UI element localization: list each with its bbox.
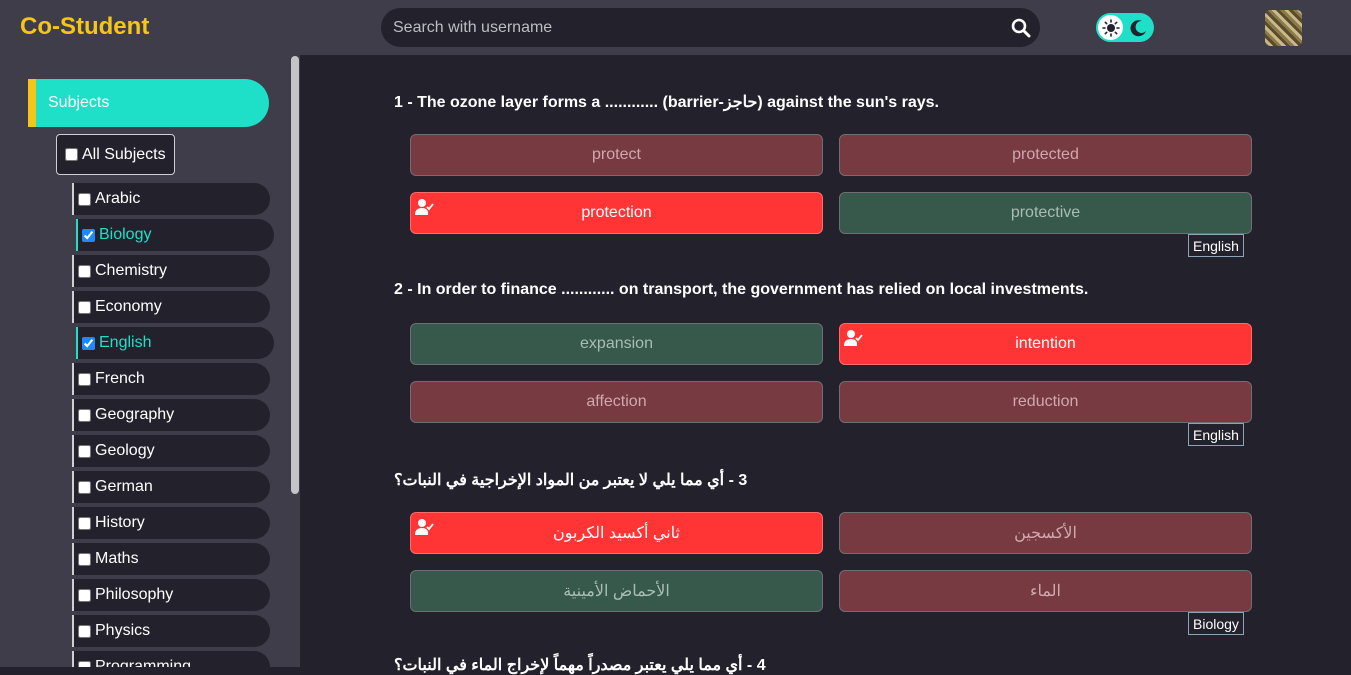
subject-label: Physics (95, 622, 151, 639)
top-bar: Co-Student (0, 0, 1351, 55)
subject-checkbox[interactable] (78, 264, 91, 278)
sidebar-item-maths[interactable]: Maths (72, 543, 270, 575)
subject-label: History (95, 514, 145, 531)
sidebar-item-geology[interactable]: Geology (72, 435, 270, 467)
subject-label: German (95, 478, 153, 495)
answer-option[interactable]: protected (839, 134, 1252, 176)
search-bar[interactable] (381, 8, 1040, 47)
subjects-heading[interactable]: Subjects (28, 79, 269, 127)
answer-option[interactable]: intention (839, 323, 1252, 365)
sidebar-item-programming[interactable]: Programming (72, 651, 270, 667)
answer-option[interactable]: الماء (839, 570, 1252, 612)
answer-option[interactable]: ثاني أكسيد الكربون (410, 512, 823, 554)
subject-label: Chemistry (95, 262, 168, 279)
answer-option-label: الأحماض الأمينية (563, 583, 670, 600)
sidebar-item-arabic[interactable]: Arabic (72, 183, 270, 215)
all-subjects-checkbox[interactable] (65, 148, 78, 161)
subject-tag: English (1188, 423, 1244, 446)
user-check-icon (842, 326, 866, 350)
answer-option[interactable]: protective (839, 192, 1252, 234)
answer-option-label: protected (1012, 146, 1079, 163)
subject-label: Biology (99, 226, 152, 243)
subject-checkbox[interactable] (78, 624, 91, 638)
sidebar-scrollbar[interactable] (291, 56, 299, 494)
sidebar-item-french[interactable]: French (72, 363, 270, 395)
search-icon[interactable] (1011, 18, 1031, 38)
answer-option[interactable]: reduction (839, 381, 1252, 423)
answer-option-label: الأكسجين (1014, 525, 1077, 542)
question-text: 1 - The ozone layer forms a ............… (394, 94, 939, 111)
sidebar-item-economy[interactable]: Economy (72, 291, 270, 323)
answer-option-label: intention (1015, 335, 1076, 352)
subject-label: Philosophy (95, 586, 174, 603)
all-subjects-label: All Subjects (82, 145, 166, 163)
answer-option-label: reduction (1012, 393, 1079, 410)
subject-label: French (95, 370, 145, 387)
all-subjects-filter[interactable]: All Subjects (56, 134, 175, 175)
subject-checkbox[interactable] (78, 372, 91, 386)
question-text: 4 - أي مما يلي يعتبر مصدراً مهماً لإخراج… (394, 657, 766, 674)
sidebar-item-history[interactable]: History (72, 507, 270, 539)
sidebar: Subjects All Subjects Arabic Biology Chemi… (0, 55, 300, 667)
subject-label: Geography (95, 406, 175, 423)
sidebar-item-chemistry[interactable]: Chemistry (72, 255, 270, 287)
subject-checkbox[interactable] (78, 516, 91, 530)
question-text: 2 - In order to finance ............ on … (394, 281, 1089, 298)
answer-option[interactable]: affection (410, 381, 823, 423)
sidebar-item-philosophy[interactable]: Philosophy (72, 579, 270, 611)
subject-checkbox[interactable] (78, 588, 91, 602)
answer-option-label: الماء (1030, 583, 1061, 600)
answer-option-label: affection (586, 393, 647, 410)
subject-label: Programming (95, 658, 192, 667)
subject-tag: Biology (1188, 612, 1244, 635)
search-input[interactable] (393, 8, 993, 47)
question-text: 3 - أي مما يلي لا يعتبر من المواد الإخرا… (394, 472, 748, 489)
subject-checkbox[interactable] (78, 192, 91, 206)
answer-option-label: protection (581, 204, 652, 221)
main-content: 1 - The ozone layer forms a ............… (300, 55, 1351, 674)
sidebar-item-english[interactable]: English (76, 327, 274, 359)
moon-icon (1127, 16, 1151, 40)
subject-checkbox[interactable] (82, 336, 95, 350)
subject-checkbox[interactable] (82, 228, 95, 242)
sun-icon (1096, 13, 1125, 42)
answer-option[interactable]: protect (410, 134, 823, 176)
answer-option[interactable]: الأكسجين (839, 512, 1252, 554)
app-logo[interactable]: Co-Student (20, 13, 149, 41)
subject-checkbox[interactable] (78, 480, 91, 494)
user-check-icon (413, 515, 437, 539)
answer-option-label: ثاني أكسيد الكربون (552, 525, 681, 542)
subject-checkbox[interactable] (78, 552, 91, 566)
user-check-icon (413, 195, 437, 219)
subject-checkbox[interactable] (78, 300, 91, 314)
subject-label: Geology (95, 442, 155, 459)
subject-label: Maths (95, 550, 139, 567)
avatar[interactable] (1265, 10, 1302, 46)
subject-checkbox[interactable] (78, 444, 91, 458)
sidebar-item-geography[interactable]: Geography (72, 399, 270, 431)
answer-option-label: protective (1010, 204, 1081, 221)
subject-checkbox[interactable] (78, 408, 91, 422)
subject-tag: English (1188, 234, 1244, 257)
theme-toggle[interactable] (1096, 13, 1154, 42)
sidebar-item-physics[interactable]: Physics (72, 615, 270, 647)
answer-option[interactable]: protection (410, 192, 823, 234)
subject-label: Arabic (95, 190, 141, 207)
answer-option-label: protect (592, 146, 641, 163)
subject-label: English (99, 334, 152, 351)
sidebar-item-biology[interactable]: Biology (76, 219, 274, 251)
subjects-heading-label: Subjects (48, 94, 110, 111)
subject-label: Economy (95, 298, 162, 315)
answer-option[interactable]: الأحماض الأمينية (410, 570, 823, 612)
subject-checkbox[interactable] (78, 660, 91, 667)
answer-option-label: expansion (580, 335, 653, 352)
answer-option[interactable]: expansion (410, 323, 823, 365)
sidebar-item-german[interactable]: German (72, 471, 270, 503)
